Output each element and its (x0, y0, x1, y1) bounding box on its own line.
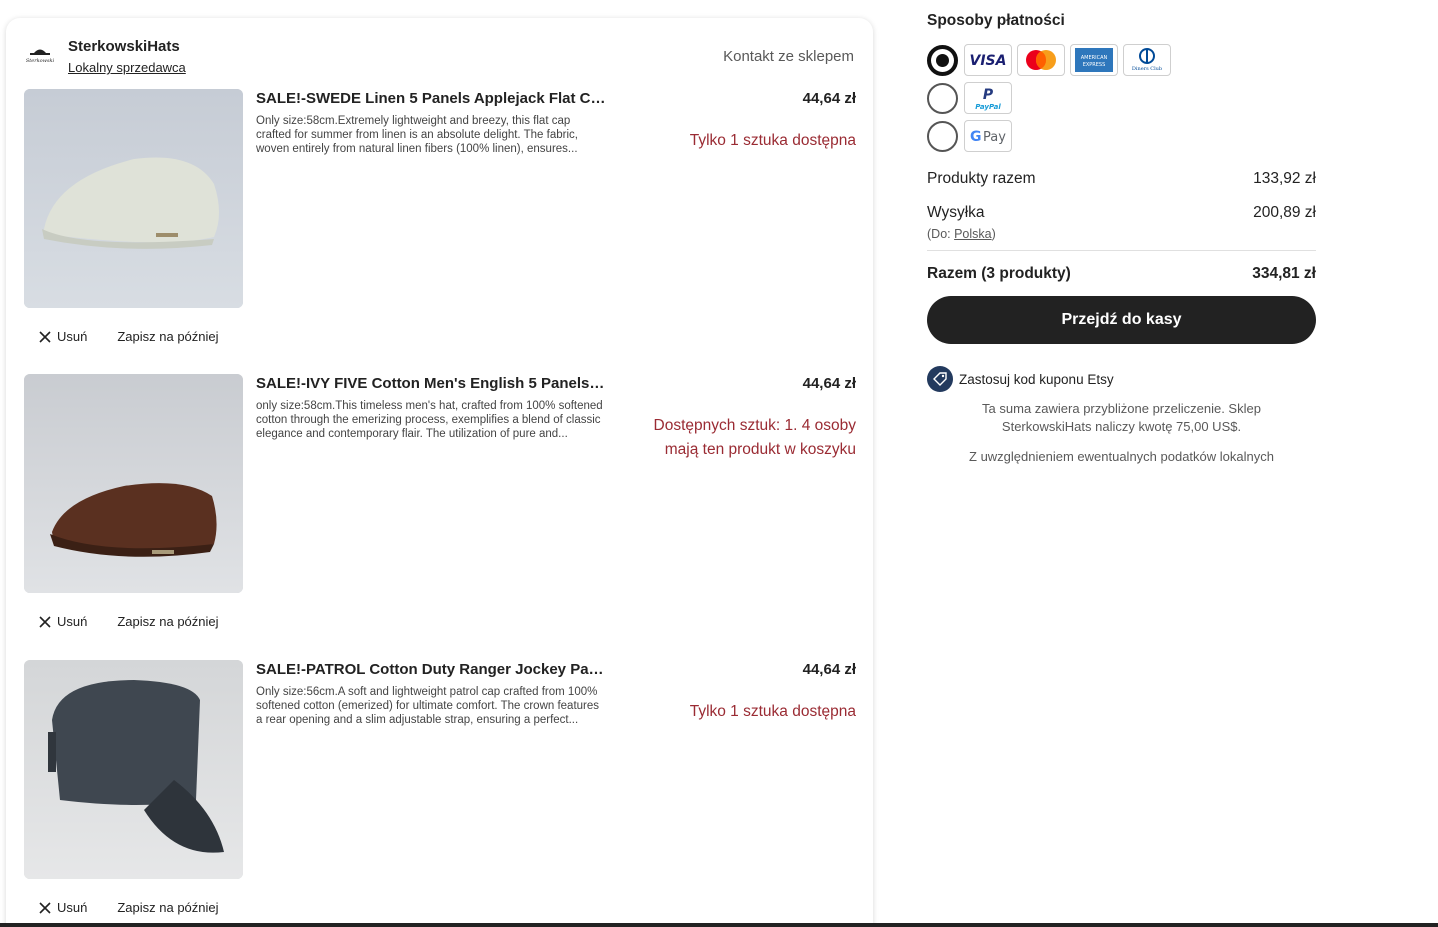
remove-button[interactable]: Usuń (38, 329, 87, 344)
product-image[interactable] (24, 89, 243, 308)
shop-logo-icon[interactable]: Sterkowski (24, 44, 56, 68)
item-actions: Usuń Zapisz na później (38, 900, 219, 915)
shop-subtitle[interactable]: Lokalny sprzedawca (68, 60, 186, 75)
payment-radio-paypal[interactable] (927, 82, 958, 114)
divider (927, 250, 1316, 251)
contact-shop-link[interactable]: Kontakt ze sklepem (723, 48, 854, 65)
checkout-button[interactable]: Przejdź do kasy (927, 296, 1316, 344)
paypal-icon: P PayPal (964, 82, 1012, 114)
payment-option-gpay[interactable]: G Pay (927, 120, 1017, 152)
diners-club-icon: Diners Club (1123, 44, 1171, 76)
svg-text:EXPRESS: EXPRESS (1083, 62, 1106, 68)
svg-text:G: G (970, 129, 982, 145)
remove-label: Usuń (57, 900, 88, 915)
product-title[interactable]: SALE!-IVY FIVE Cotton Men's English 5 Pa… (256, 375, 608, 392)
amex-icon: AMERICAN EXPRESS (1070, 44, 1118, 76)
remove-label: Usuń (57, 614, 88, 629)
cart-card: Sterkowski SterkowskiHats Lokalny sprzed… (6, 18, 873, 927)
mastercard-icon (1017, 44, 1065, 76)
svg-text:P: P (983, 87, 994, 103)
item-actions: Usuń Zapisz na później (38, 329, 219, 344)
close-icon (39, 901, 51, 914)
close-icon (39, 330, 51, 343)
product-description: Only size:56cm.A soft and lightweight pa… (256, 686, 600, 726)
svg-text:Sterkowski: Sterkowski (26, 58, 55, 64)
payment-option-cards[interactable]: VISA AMERICAN EXPRESS Diners Club (927, 44, 1176, 76)
product-image[interactable] (24, 660, 243, 879)
product-description: Only size:58cm.Extremely lightweight and… (256, 115, 578, 155)
product-title[interactable]: SALE!-PATROL Cotton Duty Ranger Jockey P… (256, 661, 608, 678)
svg-text:VISA: VISA (970, 53, 1007, 69)
stock-status: Tylko 1 sztuka dostępna (689, 703, 856, 720)
remove-button[interactable]: Usuń (38, 900, 87, 915)
product-price: 44,64 zł (802, 661, 856, 678)
currency-note: Ta suma zawiera przybliżone przeliczenie… (982, 401, 1261, 434)
payment-option-paypal[interactable]: P PayPal (927, 82, 1017, 114)
payment-radio-cards[interactable] (927, 44, 958, 76)
grand-total-label: Razem (3 produkty) (927, 265, 1071, 282)
shop-name[interactable]: SterkowskiHats (68, 38, 180, 55)
product-image[interactable] (24, 374, 243, 593)
close-icon (39, 615, 51, 628)
shipping-row: Wysyłka 200,89 zł (927, 204, 1316, 222)
ship-to-prefix: (Do: (927, 227, 955, 241)
tag-icon (927, 366, 953, 392)
products-total-row: Produkty razem 133,92 zł (927, 170, 1316, 188)
payment-methods-title: Sposoby płatności (927, 12, 1065, 29)
stock-status: Dostępnych sztuk: 1. 4 osoby mają ten pr… (653, 417, 856, 458)
payment-radio-gpay[interactable] (927, 120, 958, 152)
shipping-label: Wysyłka (927, 204, 985, 221)
shop-header: Sterkowski SterkowskiHats Lokalny sprzed… (24, 38, 854, 78)
apply-coupon-button[interactable]: Zastosuj kod kuponu Etsy (927, 366, 1114, 392)
product-price: 44,64 zł (802, 90, 856, 107)
shipping-value: 200,89 zł (1253, 204, 1316, 221)
svg-text:AMERICAN: AMERICAN (1081, 55, 1108, 61)
save-for-later-button[interactable]: Zapisz na później (117, 614, 218, 629)
remove-button[interactable]: Usuń (38, 614, 87, 629)
tax-note: Z uwzględnieniem ewentualnych podatków l… (969, 449, 1274, 464)
save-for-later-button[interactable]: Zapisz na później (117, 900, 218, 915)
products-total-value: 133,92 zł (1253, 170, 1316, 187)
product-title[interactable]: SALE!-SWEDE Linen 5 Panels Applejack Fla… (256, 90, 608, 107)
visa-icon: VISA (964, 44, 1012, 76)
ship-to-country-link[interactable]: Polska (954, 227, 992, 241)
product-description: only size:58cm.This timeless men's hat, … (256, 400, 603, 440)
remove-label: Usuń (57, 329, 88, 344)
grand-total-row: Razem (3 produkty) 334,81 zł (927, 265, 1316, 283)
stock-status: Tylko 1 sztuka dostępna (689, 132, 856, 149)
product-price: 44,64 zł (802, 375, 856, 392)
order-summary: Sposoby płatności VISA AMERICAN EXPRESS D… (927, 12, 1316, 464)
svg-text:PayPal: PayPal (975, 103, 1001, 111)
bottom-edge (0, 923, 1438, 927)
ship-to-suffix: ) (991, 227, 996, 241)
svg-text:Diners Club: Diners Club (1132, 66, 1162, 72)
grand-total-value: 334,81 zł (1252, 265, 1316, 282)
products-total-label: Produkty razem (927, 170, 1036, 187)
save-for-later-button[interactable]: Zapisz na później (117, 329, 218, 344)
google-pay-icon: G Pay (964, 120, 1012, 152)
svg-text:Pay: Pay (983, 130, 1006, 145)
item-actions: Usuń Zapisz na później (38, 614, 219, 629)
ship-to: (Do: Polska) (927, 227, 996, 241)
apply-coupon-label: Zastosuj kod kuponu Etsy (959, 371, 1114, 387)
